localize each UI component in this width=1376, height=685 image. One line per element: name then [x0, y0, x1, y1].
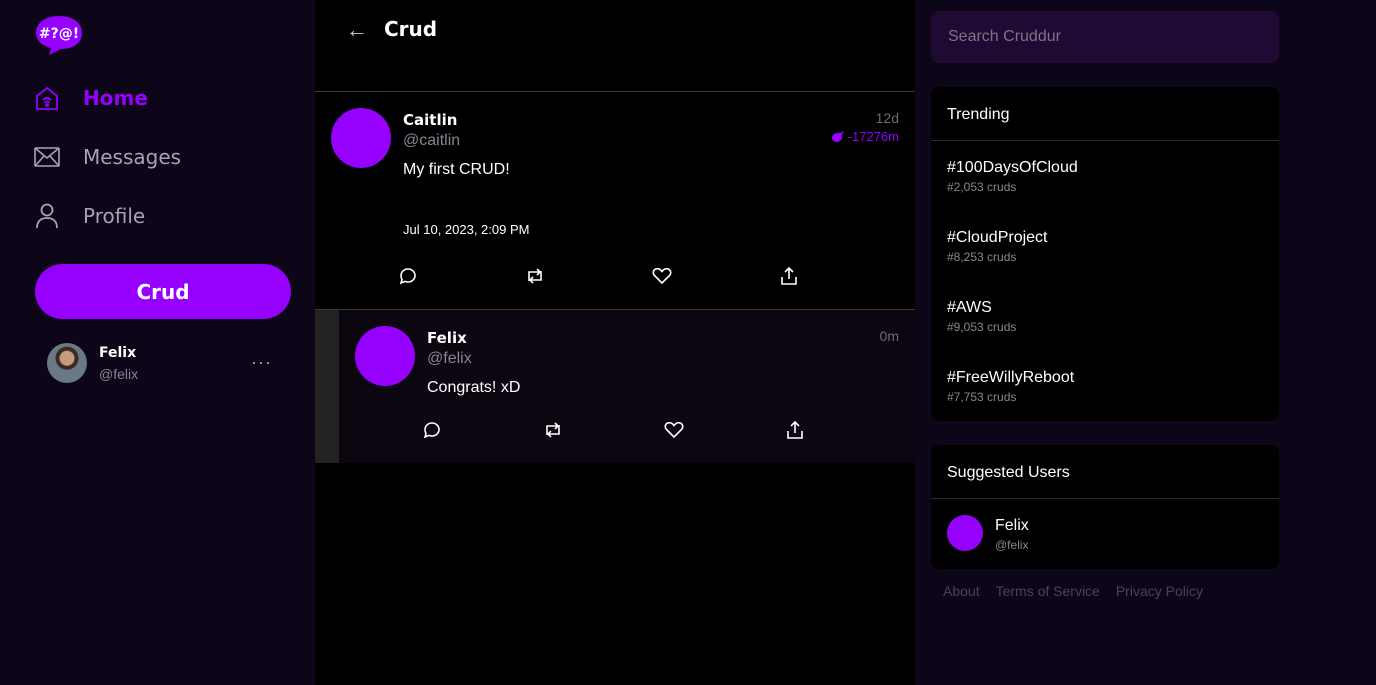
post-author-handle[interactable]: @caitlin — [403, 132, 460, 150]
divider — [931, 140, 1279, 141]
current-user-handle: @felix — [99, 366, 139, 382]
trending-count: #7,753 cruds — [947, 390, 1017, 404]
trending-tag: #AWS — [947, 299, 992, 316]
nav-messages-label: Messages — [83, 145, 182, 169]
post-author-name[interactable]: Caitlin — [403, 111, 457, 129]
suggested-user-name[interactable]: Felix — [995, 517, 1029, 535]
trending-item[interactable]: #CloudProject #8,253 cruds — [947, 229, 1267, 264]
bomb-icon — [831, 130, 844, 142]
reply-message: Congrats! xD — [427, 379, 521, 396]
divider — [931, 498, 1279, 499]
page-title: Crud — [384, 17, 438, 41]
trending-tag: #FreeWillyReboot — [947, 369, 1075, 386]
main-feed: ← Crud Caitlin @caitlin 12d -17276m My f… — [315, 0, 915, 685]
post-expiry-value: -17276m — [847, 129, 899, 144]
nav-messages[interactable]: Messages — [33, 139, 181, 175]
suggested-user-avatar[interactable] — [947, 515, 983, 551]
terms-link[interactable]: Terms of Service — [996, 583, 1100, 599]
home-icon — [33, 84, 61, 112]
reply-indicator-bar — [315, 310, 339, 463]
repost-icon[interactable] — [542, 419, 564, 441]
right-sidebar: Trending #100DaysOfCloud #2,053 cruds #C… — [915, 0, 1376, 685]
reply-author-name[interactable]: Felix — [427, 329, 467, 347]
reply-icon[interactable] — [421, 419, 443, 441]
back-arrow-icon[interactable]: ← — [346, 17, 368, 43]
trending-item[interactable]: #AWS #9,053 cruds — [947, 299, 1267, 334]
user-icon — [33, 202, 61, 230]
reply-avatar[interactable] — [355, 326, 415, 386]
footer-links: About Terms of Service Privacy Policy — [943, 583, 1203, 599]
nav-profile[interactable]: Profile — [33, 198, 145, 234]
share-icon[interactable] — [778, 265, 800, 287]
main-header: ← Crud — [315, 0, 915, 92]
nav-home[interactable]: Home — [33, 80, 148, 116]
sidebar: #?@! Home Messages Profile Crud Felix @f… — [0, 0, 315, 685]
repost-icon[interactable] — [524, 265, 546, 287]
trending-count: #9,053 cruds — [947, 320, 1017, 334]
avatar — [47, 343, 87, 383]
suggested-user-handle[interactable]: @felix — [995, 538, 1029, 552]
post-expiry: -17276m — [831, 129, 899, 144]
crud-post[interactable]: Caitlin @caitlin 12d -17276m My first CR… — [315, 92, 915, 310]
nav-home-label: Home — [83, 86, 148, 110]
nav-profile-label: Profile — [83, 204, 146, 228]
trending-count: #8,253 cruds — [947, 250, 1017, 264]
app: #?@! Home Messages Profile Crud Felix @f… — [0, 0, 1376, 685]
suggested-users-panel: Suggested Users Felix @felix — [931, 445, 1279, 569]
post-date: Jul 10, 2023, 2:09 PM — [403, 222, 530, 237]
current-user-name: Felix — [99, 345, 137, 361]
post-message: My first CRUD! — [403, 161, 510, 178]
more-options-icon[interactable]: ··· — [251, 352, 272, 373]
cruddur-logo[interactable]: #?@! — [35, 14, 83, 56]
suggested-title: Suggested Users — [947, 464, 1070, 481]
logo-text: #?@! — [39, 26, 79, 42]
like-icon[interactable] — [651, 265, 673, 287]
trending-item[interactable]: #100DaysOfCloud #2,053 cruds — [947, 159, 1267, 194]
trending-item[interactable]: #FreeWillyReboot #7,753 cruds — [947, 369, 1267, 404]
current-user-card[interactable]: Felix @felix ··· — [47, 343, 287, 383]
trending-tag: #100DaysOfCloud — [947, 159, 1078, 176]
crud-button[interactable]: Crud — [35, 264, 291, 319]
privacy-link[interactable]: Privacy Policy — [1116, 583, 1203, 599]
mail-icon — [33, 143, 61, 171]
search-input[interactable] — [931, 11, 1279, 63]
reply-icon[interactable] — [397, 265, 419, 287]
share-icon[interactable] — [784, 419, 806, 441]
like-icon[interactable] — [663, 419, 685, 441]
post-avatar[interactable] — [331, 108, 391, 168]
reply-post[interactable]: Felix @felix 0m Congrats! xD — [315, 310, 915, 463]
reply-time: 0m — [879, 328, 899, 344]
trending-panel: Trending #100DaysOfCloud #2,053 cruds #C… — [931, 87, 1279, 421]
reply-author-handle[interactable]: @felix — [427, 350, 472, 368]
trending-title: Trending — [947, 106, 1010, 123]
trending-tag: #CloudProject — [947, 229, 1048, 246]
post-time: 12d — [875, 110, 899, 126]
about-link[interactable]: About — [943, 583, 980, 599]
trending-count: #2,053 cruds — [947, 180, 1017, 194]
